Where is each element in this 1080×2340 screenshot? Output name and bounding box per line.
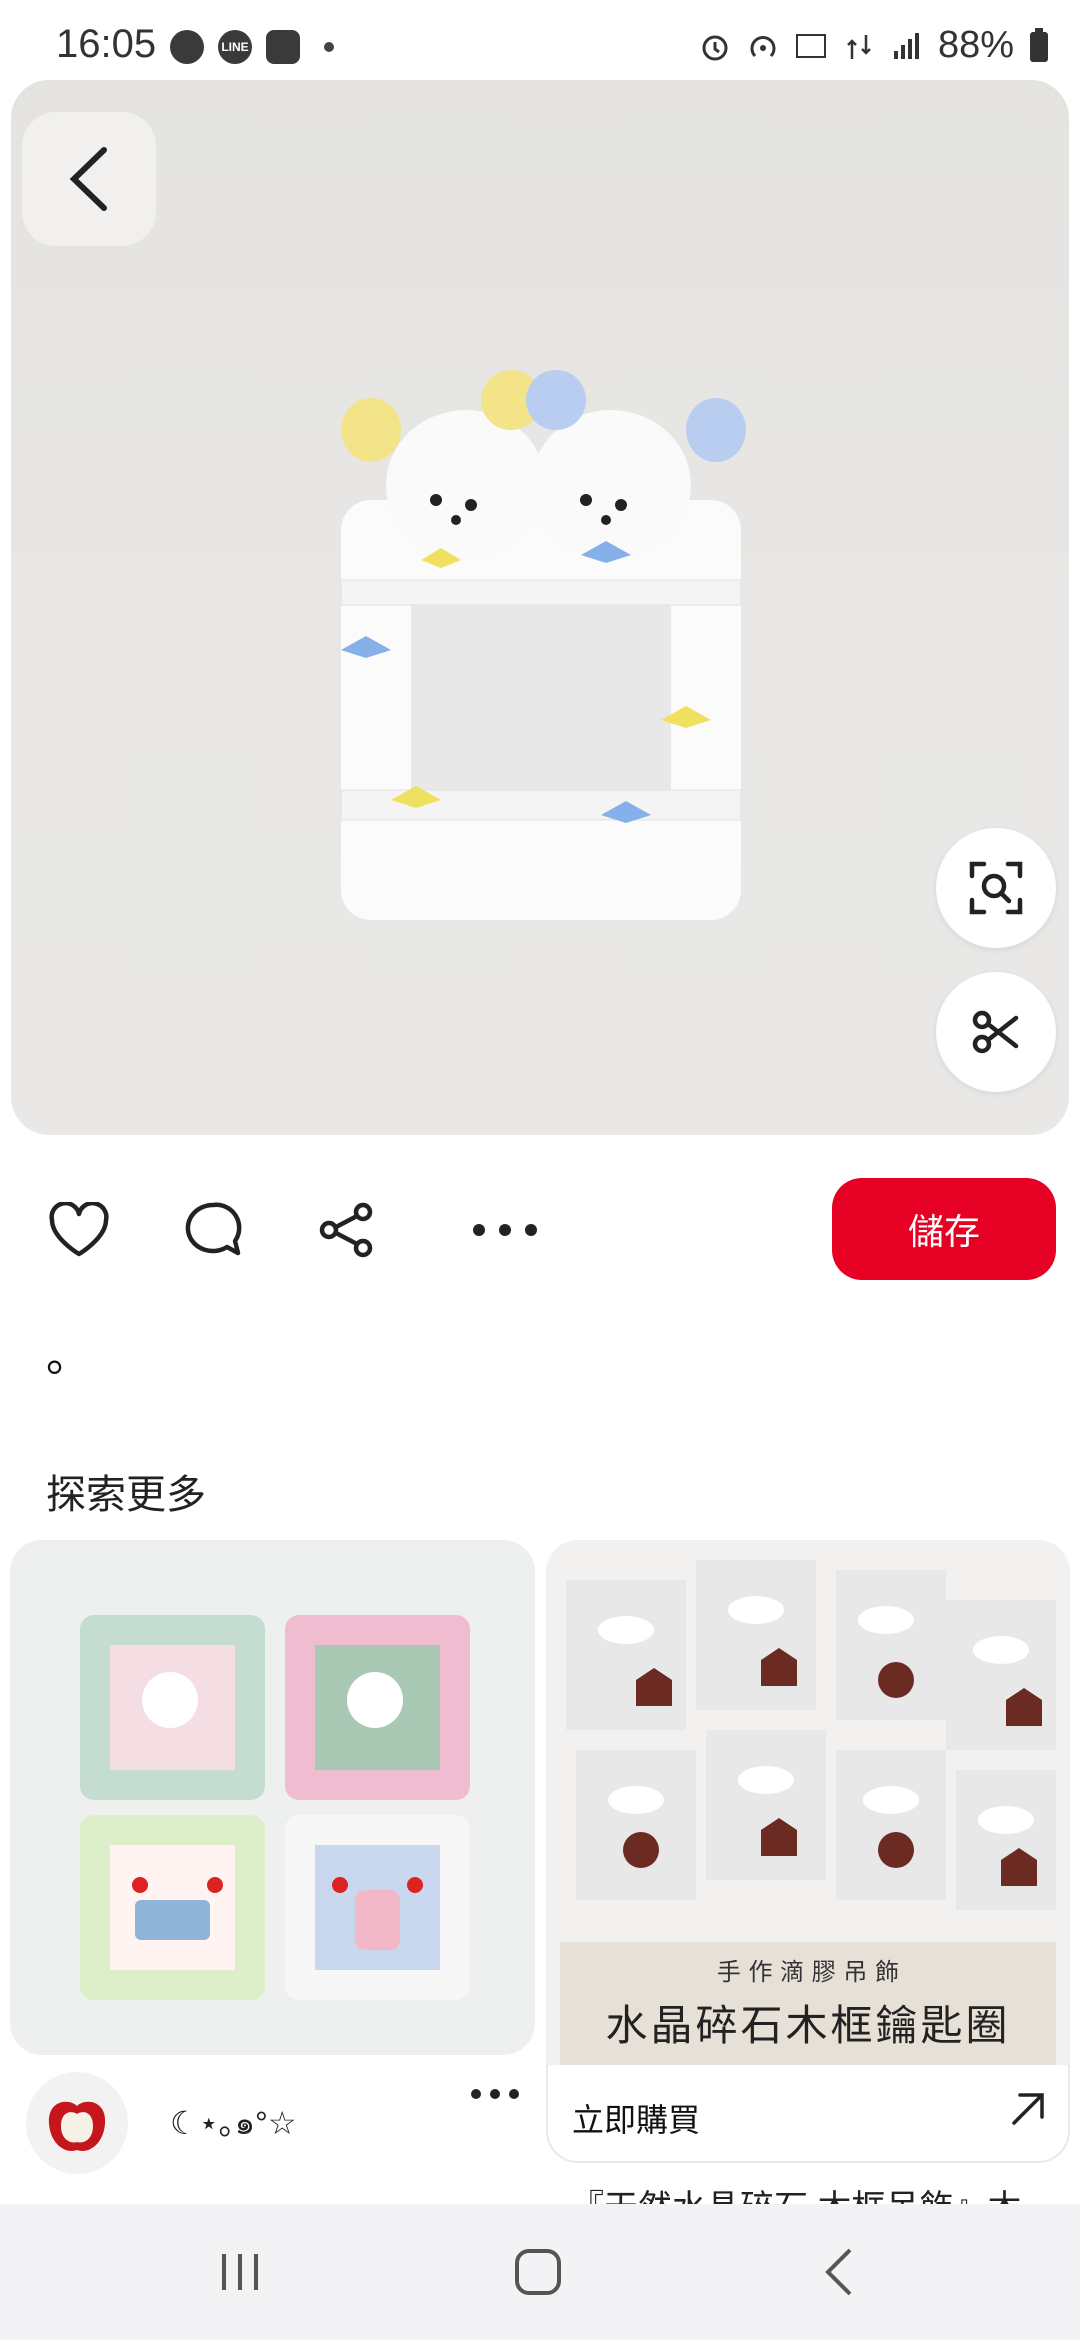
comment-icon — [185, 1202, 242, 1256]
explore-pin-left[interactable] — [10, 1540, 535, 2055]
arrow-up-right-icon — [1012, 2093, 1044, 2125]
status-time: 16:05 — [56, 22, 157, 66]
fluffy-frames-grid-image — [80, 1615, 470, 2000]
explore-pin-left-author[interactable]: ☾⋆｡๑°☆ — [26, 2072, 297, 2174]
author-name: ☾⋆｡๑°☆ — [170, 2104, 297, 2141]
lens-search-icon — [969, 861, 1023, 915]
like-button[interactable] — [44, 1195, 114, 1265]
battery-percent: 88% — [937, 24, 1014, 66]
chat-icon — [170, 30, 204, 64]
line-app-icon: LINE — [218, 30, 252, 64]
recent-apps-icon — [222, 2254, 258, 2290]
shop-now-label: 立即購買 — [572, 2102, 701, 2138]
nav-back-button[interactable] — [810, 2242, 870, 2302]
pin-hero-image[interactable] — [11, 80, 1069, 1135]
avatar — [26, 2072, 128, 2174]
fluffy-bear-photocard-frame-image — [340, 370, 746, 920]
explore-more-heading: 探索更多 — [46, 1473, 206, 1517]
status-bar: 16:05 LINE 88% — [0, 0, 1080, 78]
game-icon — [266, 30, 300, 64]
keychain-banner-title: 水晶碎石木框鑰匙圈 — [605, 2001, 1011, 2050]
heart-icon — [49, 1202, 109, 1257]
save-button[interactable]: 儲存 — [832, 1178, 1056, 1280]
scissors-icon — [972, 1010, 1019, 1054]
battery-icon — [1030, 27, 1048, 62]
shop-now-bar[interactable]: 立即購買 — [546, 2065, 1070, 2163]
back-button[interactable] — [22, 112, 156, 246]
home-button[interactable] — [508, 2242, 568, 2302]
crop-button[interactable] — [936, 972, 1056, 1092]
share-icon — [319, 1202, 373, 1258]
home-icon — [515, 2249, 561, 2295]
recent-apps-button[interactable] — [210, 2242, 270, 2302]
hotspot-icon — [750, 35, 776, 57]
more-options-button[interactable] — [470, 1195, 540, 1265]
system-nav-bar — [0, 2204, 1080, 2340]
chevron-left-icon — [69, 147, 107, 211]
comment-button[interactable] — [178, 1195, 248, 1265]
data-4g-icon — [847, 34, 871, 59]
signal-icon — [893, 32, 919, 59]
pin-action-bar: 儲存 — [0, 1170, 1080, 1290]
more-icon[interactable] — [470, 2084, 520, 2104]
apple-avatar-icon — [48, 2101, 106, 2151]
explore-pin-right[interactable]: 手 作 滴 膠 吊 飾 水晶碎石木框鑰匙圈 — [546, 1540, 1070, 2065]
volte-icon — [795, 33, 826, 58]
share-button[interactable] — [312, 1195, 382, 1265]
more-icon — [473, 1224, 537, 1236]
keychain-banner-subtitle: 手 作 滴 膠 吊 飾 — [716, 1958, 900, 1986]
pin-description: 。 — [46, 1332, 90, 1381]
notification-dot-icon — [324, 42, 334, 52]
visual-search-button[interactable] — [936, 828, 1056, 948]
alarm-icon — [702, 35, 728, 60]
back-icon — [825, 2248, 852, 2296]
